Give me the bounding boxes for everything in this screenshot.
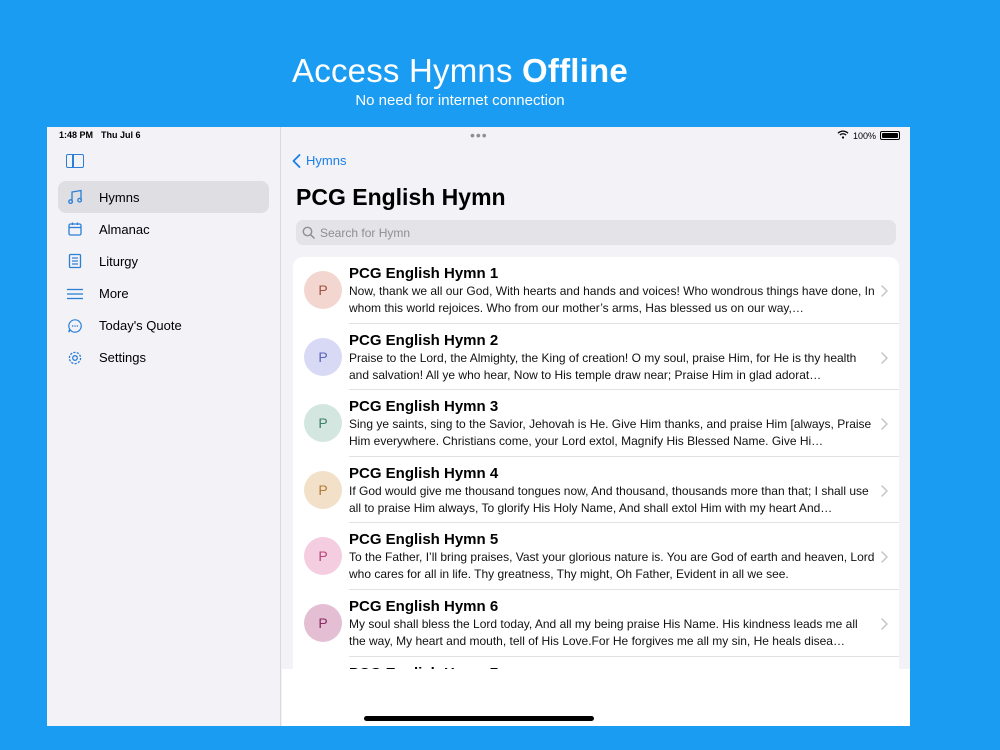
sidebar-item-label: Liturgy: [99, 253, 139, 269]
hymn-row[interactable]: PPCG English Hymn 7: [293, 657, 899, 669]
hymn-preview: Sing ye saints, sing to the Savior, Jeho…: [349, 417, 872, 449]
music-note-icon: [65, 187, 85, 207]
avatar: P: [304, 470, 342, 509]
hymn-title: PCG English Hymn 3: [349, 398, 499, 416]
sidebar-item-label: Hymns: [99, 189, 140, 205]
status-date: Thu Jul 6: [101, 130, 141, 140]
hymn-row-text: PCG English Hymn 2 Praise to the Lord, th…: [349, 332, 877, 384]
hymn-title: PCG English Hymn 1: [349, 265, 499, 282]
hymn-title: PCG English Hymn 4: [349, 464, 499, 482]
hymn-list: P PCG English Hymn 1 Now, thank we all our…: [293, 257, 899, 669]
sidebar-toggle-icon[interactable]: [66, 154, 84, 168]
hymn-row[interactable]: P PCG English Hymn 3 Sing ye saints, sing …: [293, 390, 899, 457]
sidebar-item-liturgy[interactable]: Liturgy: [58, 245, 269, 277]
promo-subtitle: No need for internet connection: [355, 92, 565, 109]
ipad-screen: 1:48 PM Thu Jul 6 Hymns Almanac Liturgy: [47, 127, 910, 726]
sidebar-item-more[interactable]: More: [58, 278, 269, 310]
avatar: P: [304, 337, 342, 376]
sidebar-item-hymns[interactable]: Hymns: [58, 181, 269, 213]
battery-percent: 100%: [852, 130, 876, 141]
home-indicator: [364, 716, 594, 721]
hymn-row[interactable]: P PCG English Hymn 2 Praise to the Lord, t…: [293, 324, 899, 391]
status-time-text: 1:48 PM: [59, 130, 94, 140]
hymn-row-text: PCG English Hymn 3 Sing ye saints, sing t…: [349, 398, 877, 450]
sidebar-item-label: Settings: [99, 350, 146, 366]
sidebar-item-todays-quote[interactable]: Today's Quote: [58, 310, 269, 342]
main-panel: ••• 100% Hymns PCG English Hymn PPCG Eng…: [282, 127, 910, 726]
promo-title-prefix: Access Hymns: [292, 52, 513, 89]
quote-bubble-icon: [65, 316, 85, 336]
back-button[interactable]: Hymns: [292, 153, 346, 168]
status-time: 1:48 PM Thu Jul 6: [59, 130, 141, 140]
hymn-preview: If God would give me thousand tongues no…: [349, 483, 869, 515]
calendar-icon: [65, 219, 85, 239]
gear-icon: [65, 348, 85, 368]
hymn-row[interactable]: P PCG English Hymn 4 If God would give me …: [293, 457, 899, 524]
sidebar-item-label: Almanac: [99, 221, 150, 237]
sidebar-item-label: More: [99, 286, 129, 302]
avatar: P: [304, 537, 342, 576]
wifi-icon: [837, 130, 849, 141]
hymn-row-text: PCG English Hymn 1 Now, thank we all our …: [349, 265, 877, 317]
sidebar-item-settings[interactable]: Settings: [58, 342, 269, 374]
chevron-right-icon: [881, 418, 888, 430]
avatar: P: [304, 404, 342, 443]
chevron-right-icon: [881, 618, 888, 630]
hymn-preview: Praise to the Lord, the Almighty, the Ki…: [349, 350, 857, 382]
page-title: PCG English Hymn: [296, 184, 506, 210]
sidebar-item-almanac[interactable]: Almanac: [58, 213, 269, 245]
hymn-title: PCG English Hymn 5: [349, 531, 499, 549]
back-button-label: Hymns: [306, 153, 347, 168]
hymn-preview: Now, thank we all our God, With hearts a…: [349, 284, 875, 315]
hymn-title: PCG English Hymn 6: [349, 597, 499, 615]
search-icon: [302, 226, 315, 239]
promo-title: Access Hymns Offline: [0, 52, 920, 90]
hymn-row[interactable]: P PCG English Hymn 6 My soul shall bless t…: [293, 590, 899, 657]
sidebar: 1:48 PM Thu Jul 6 Hymns Almanac Liturgy: [47, 127, 281, 726]
list-icon: [65, 284, 85, 304]
hymn-preview: My soul shall bless the Lord today, And …: [349, 616, 858, 648]
hymn-row[interactable]: P PCG English Hymn 1 Now, thank we all our…: [293, 257, 899, 324]
hymn-row-text: PCG English Hymn 4 If God would give me t…: [349, 465, 877, 517]
sidebar-nav: Hymns Almanac Liturgy More Today's Quote…: [58, 181, 269, 374]
battery-icon: [880, 131, 900, 140]
hymn-preview: To the Father, I’ll bring praises, Vast …: [349, 550, 875, 582]
search-bar[interactable]: [296, 220, 896, 245]
promo-title-bold: Offline: [522, 52, 628, 89]
chevron-right-icon: [881, 551, 888, 564]
document-icon: [65, 251, 85, 271]
chevron-right-icon: [881, 485, 888, 497]
status-right: 100%: [837, 130, 900, 141]
chevron-right-icon: [881, 285, 888, 297]
multitasking-dots-icon[interactable]: •••: [470, 127, 488, 143]
hymn-row[interactable]: P PCG English Hymn 5 To the Father, I’ll b…: [293, 523, 899, 590]
hymn-row-text: PCG English Hymn 6 My soul shall bless th…: [349, 598, 877, 650]
search-input[interactable]: [320, 225, 880, 240]
hymn-row-text: PCG English Hymn 5 To the Father, I’ll br…: [349, 531, 877, 583]
avatar: P: [304, 603, 342, 642]
hymn-title: PCG English Hymn 2: [349, 331, 499, 349]
chevron-left-icon: [292, 153, 301, 168]
chevron-right-icon: [881, 351, 888, 364]
avatar: P: [304, 271, 342, 309]
sidebar-item-label: Today's Quote: [99, 318, 182, 334]
